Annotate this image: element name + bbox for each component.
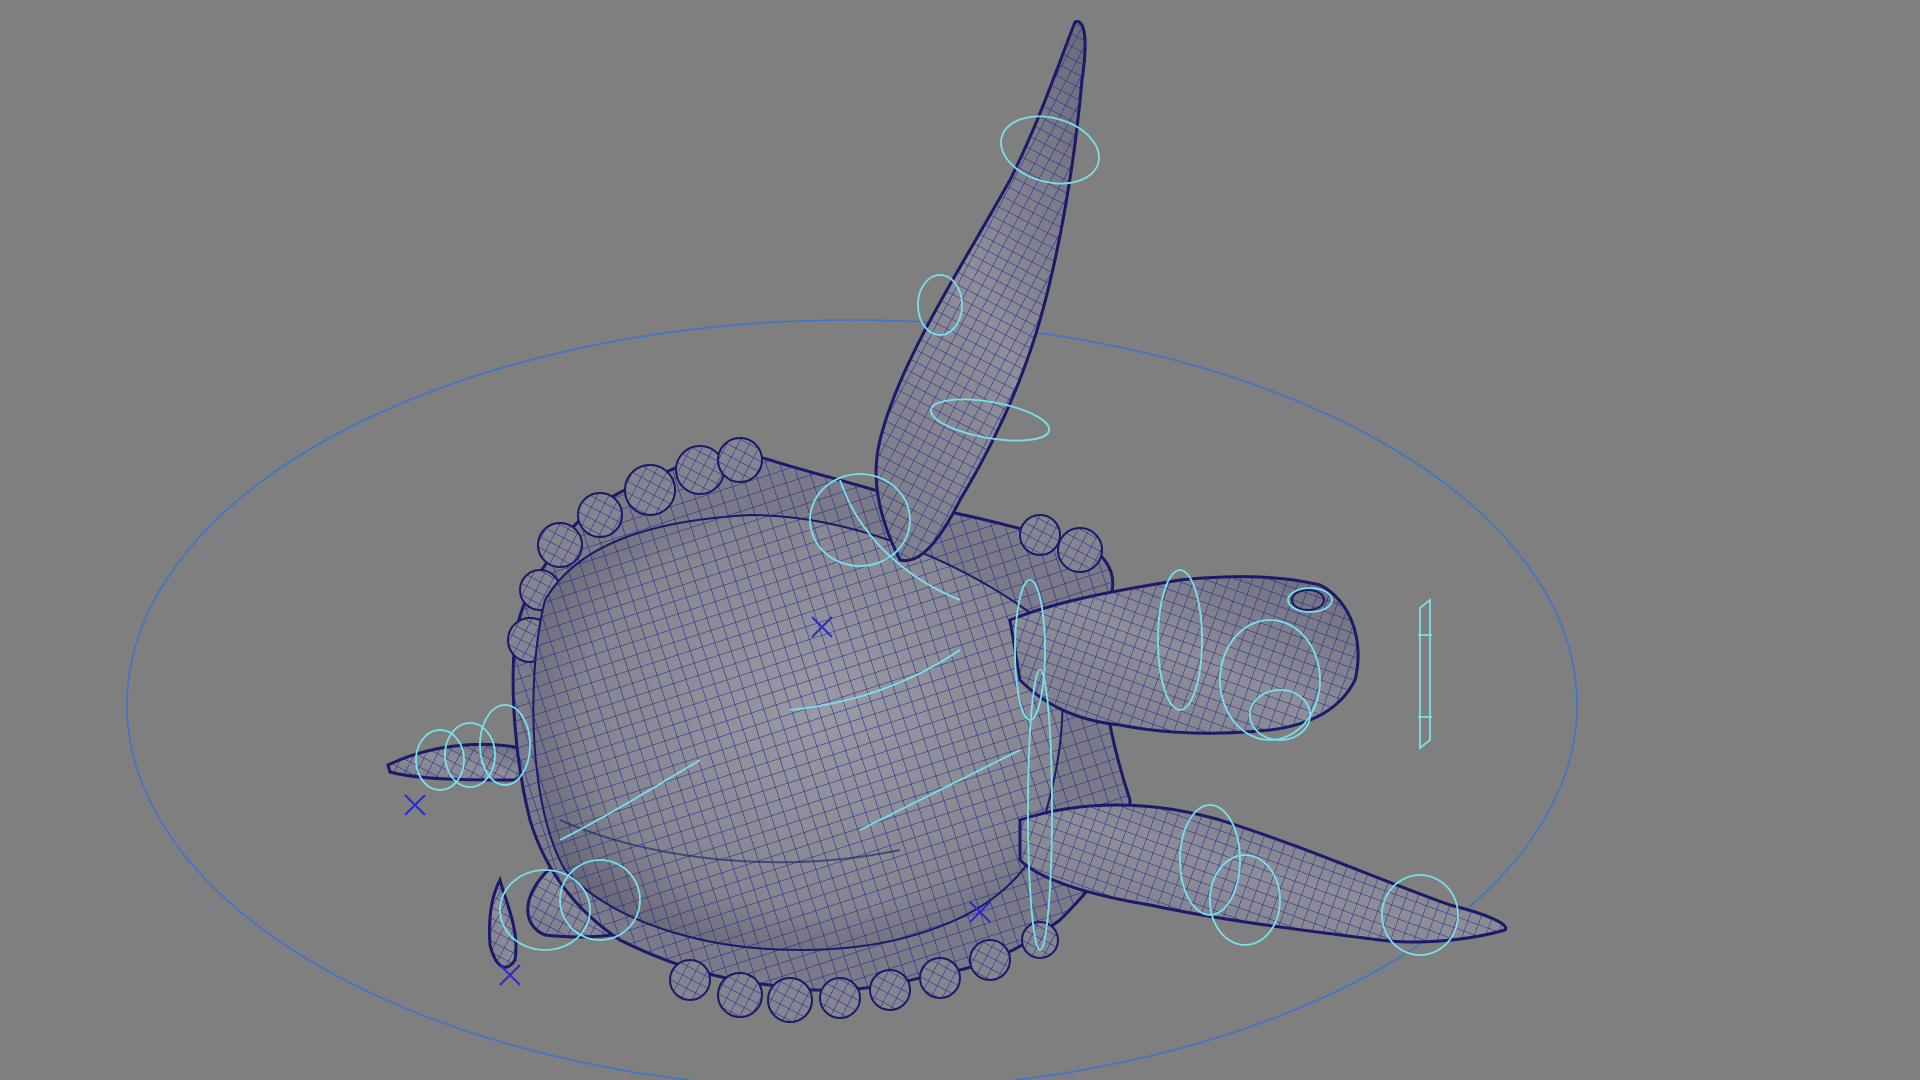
rear-right-flipper[interactable]	[1018, 803, 1508, 944]
front-flipper[interactable]	[874, 20, 1087, 563]
tail-locator[interactable]	[404, 794, 426, 816]
tail[interactable]	[386, 742, 527, 782]
rear-locator[interactable]	[499, 964, 521, 986]
jaw-bracket[interactable]	[1419, 598, 1431, 750]
3d-viewport[interactable]	[0, 0, 1920, 1080]
viewport-canvas[interactable]	[0, 0, 1920, 1080]
